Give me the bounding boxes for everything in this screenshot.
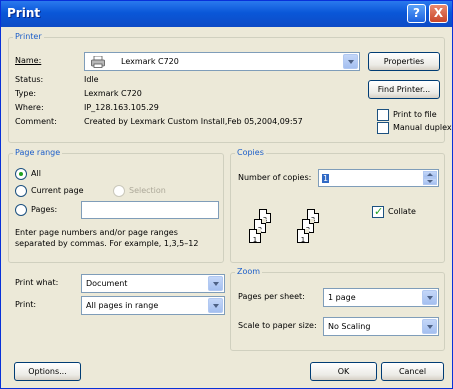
chevron-down-icon[interactable] <box>208 298 223 313</box>
current-page-radio[interactable] <box>15 185 27 197</box>
print-label: Print: <box>15 300 37 309</box>
pages-radio[interactable] <box>15 204 27 216</box>
print-to-file-label[interactable]: Print to file <box>393 110 437 119</box>
current-page-label[interactable]: Current page <box>31 186 84 195</box>
find-printer-button[interactable]: Find Printer... <box>368 80 440 99</box>
page-range-help-line-1: Enter page numbers and/or page ranges <box>15 228 178 237</box>
selection-radio <box>113 185 125 197</box>
spin-down-icon[interactable] <box>423 178 437 185</box>
status-label: Status: <box>15 75 44 84</box>
chevron-down-icon[interactable] <box>422 319 437 334</box>
selection-label: Selection <box>129 186 166 195</box>
collate-page-6: 1 <box>297 229 309 244</box>
status-value: Idle <box>84 75 99 84</box>
number-of-copies-label: Number of copies: <box>238 173 312 182</box>
pages-per-sheet-select[interactable]: 1 page <box>323 288 439 307</box>
window-title: Print <box>7 6 41 20</box>
manual-duplex-checkbox[interactable] <box>377 122 389 134</box>
pages-input[interactable] <box>81 201 219 219</box>
printer-group-title: Printer <box>13 32 44 41</box>
copies-stepper[interactable]: 1 <box>318 169 439 187</box>
collate-checkbox[interactable] <box>372 205 384 218</box>
copies-group-title: Copies <box>235 148 266 157</box>
pages-label[interactable]: Pages: <box>31 205 57 214</box>
chevron-down-icon[interactable] <box>422 290 437 305</box>
type-value: Lexmark C720 <box>84 89 142 98</box>
pages-per-sheet-label: Pages per sheet: <box>238 292 305 301</box>
zoom-group <box>230 272 445 351</box>
ok-button[interactable]: OK <box>310 362 377 381</box>
close-button[interactable]: X <box>429 4 448 23</box>
print-what-select[interactable]: Document <box>81 274 225 293</box>
options-button[interactable]: Options... <box>14 362 81 381</box>
copies-value: 1 <box>322 174 330 183</box>
print-select[interactable]: All pages in range <box>81 296 225 315</box>
printer-icon <box>91 55 105 68</box>
where-label: Where: <box>15 103 44 112</box>
comment-value: Created by Lexmark Custom Install,Feb 05… <box>84 117 303 126</box>
type-label: Type: <box>15 89 37 98</box>
where-value: IP_128.163.105.29 <box>84 103 159 112</box>
manual-duplex-label[interactable]: Manual duplex <box>393 123 452 132</box>
cancel-button[interactable]: Cancel <box>381 362 444 381</box>
chevron-down-icon[interactable] <box>208 276 223 291</box>
title-bar[interactable]: Print ? X <box>1 1 452 27</box>
printer-name-select[interactable]: Lexmark C720 <box>84 52 360 71</box>
pages-per-sheet-value: 1 page <box>328 293 356 302</box>
print-to-file-checkbox[interactable] <box>377 109 389 121</box>
scale-label: Scale to paper size: <box>238 321 317 330</box>
scale-value: No Scaling <box>328 322 371 331</box>
spin-up-icon[interactable] <box>423 171 437 178</box>
comment-label: Comment: <box>15 117 57 126</box>
page-range-group-title: Page range <box>13 148 63 157</box>
scale-select[interactable]: No Scaling <box>323 317 439 336</box>
properties-button[interactable]: Properties <box>368 52 440 71</box>
printer-name-value: Lexmark C720 <box>121 57 179 66</box>
zoom-group-title: Zoom <box>235 267 263 276</box>
help-button[interactable]: ? <box>407 4 426 23</box>
name-label: Name: <box>15 56 42 65</box>
print-value: All pages in range <box>86 301 159 310</box>
page-range-help-line-2: separated by commas. For example, 1,3,5–… <box>15 239 199 248</box>
collate-label[interactable]: Collate <box>388 207 416 216</box>
all-label[interactable]: All <box>31 169 41 178</box>
print-what-value: Document <box>86 279 128 288</box>
print-dialog: Print ? X Printer Name: Lexmark C720 Pro… <box>0 0 453 389</box>
all-radio[interactable] <box>15 168 27 180</box>
chevron-down-icon[interactable] <box>343 54 358 69</box>
print-what-label: Print what: <box>15 278 59 287</box>
collate-page-3: 1 <box>249 229 261 244</box>
